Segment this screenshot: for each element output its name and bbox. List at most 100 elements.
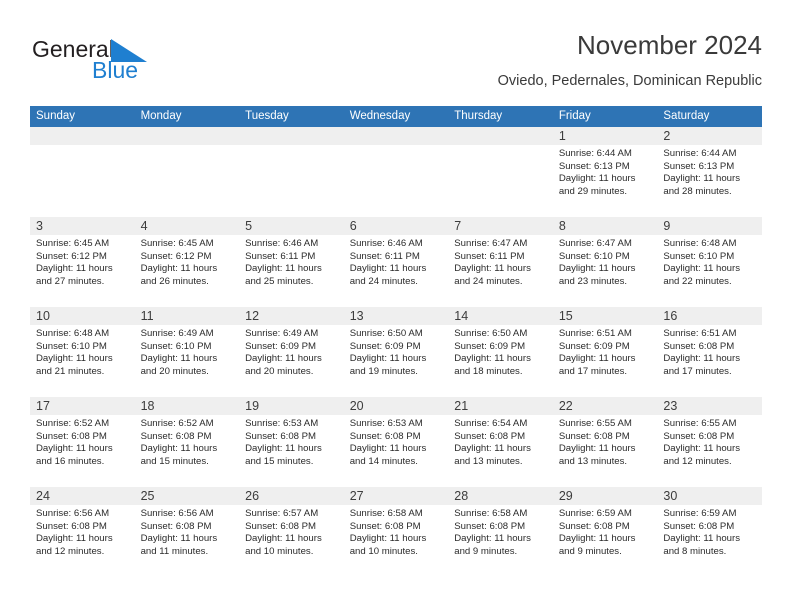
calendar-day-cell[interactable]: 6 Sunrise: 6:46 AM Sunset: 6:11 PM Daylig… [343,217,449,307]
day-number: 16 [663,309,678,323]
calendar-day-cell[interactable]: 7 Sunrise: 6:47 AM Sunset: 6:11 PM Daylig… [448,217,553,307]
day-number-band: 20 [343,397,449,415]
day-number-band: 29 [552,487,658,505]
calendar-week-row: 24 Sunrise: 6:56 AM Sunset: 6:08 PM Dayli… [30,487,762,577]
page-header: General Blue November 2024 Oviedo, Peder… [30,28,762,100]
day-sun-details [135,145,240,148]
day-sun-details: Sunrise: 6:45 AM Sunset: 6:12 PM Dayligh… [140,238,218,287]
calendar-day-cell[interactable]: 22 Sunrise: 6:55 AM Sunset: 6:08 PM Dayli… [552,397,658,487]
calendar-day-cell[interactable]: 8 Sunrise: 6:47 AM Sunset: 6:10 PM Daylig… [552,217,658,307]
calendar-day-cell[interactable]: 10 Sunrise: 6:48 AM Sunset: 6:10 PM Dayli… [30,307,135,397]
calendar-day-cell[interactable]: 11 Sunrise: 6:49 AM Sunset: 6:10 PM Dayli… [134,307,240,397]
day-sun-details: Sunrise: 6:51 AM Sunset: 6:09 PM Dayligh… [558,328,636,377]
day-number-band [134,127,240,145]
calendar-weeks: 1 Sunrise: 6:44 AM Sunset: 6:13 PM Daylig… [30,127,762,577]
day-sun-details: Sunrise: 6:52 AM Sunset: 6:08 PM Dayligh… [140,418,218,467]
calendar-page: General Blue November 2024 Oviedo, Peder… [0,0,792,612]
day-number: 9 [663,219,671,233]
day-sun-details: Sunrise: 6:53 AM Sunset: 6:08 PM Dayligh… [349,418,427,467]
calendar-day-cell-empty [343,127,449,217]
calendar-day-cell[interactable]: 14 Sunrise: 6:50 AM Sunset: 6:09 PM Dayli… [448,307,553,397]
day-number: 7 [454,219,462,233]
calendar-day-cell[interactable]: 17 Sunrise: 6:52 AM Sunset: 6:08 PM Dayli… [30,397,135,487]
day-sun-details: Sunrise: 6:55 AM Sunset: 6:08 PM Dayligh… [663,418,740,467]
calendar-day-cell[interactable]: 23 Sunrise: 6:55 AM Sunset: 6:08 PM Dayli… [657,397,762,487]
day-number: 13 [349,309,364,323]
day-number: 23 [663,399,678,413]
day-number-band [30,127,135,145]
day-number-band: 8 [552,217,658,235]
calendar-day-cell[interactable]: 24 Sunrise: 6:56 AM Sunset: 6:08 PM Dayli… [30,487,135,577]
day-number-band: 16 [657,307,762,325]
day-number-band: 30 [657,487,762,505]
day-number: 20 [349,399,364,413]
day-number: 3 [36,219,43,233]
calendar-day-cell-empty [134,127,240,217]
day-number: 19 [245,399,260,413]
calendar-day-cell[interactable]: 4 Sunrise: 6:45 AM Sunset: 6:12 PM Daylig… [134,217,240,307]
day-sun-details: Sunrise: 6:44 AM Sunset: 6:13 PM Dayligh… [558,148,636,197]
calendar-day-cell[interactable]: 3 Sunrise: 6:45 AM Sunset: 6:12 PM Daylig… [30,217,135,307]
day-sun-details: Sunrise: 6:56 AM Sunset: 6:08 PM Dayligh… [140,508,218,557]
weekday-header-sunday: Sunday [36,110,76,122]
calendar-day-cell[interactable]: 9 Sunrise: 6:48 AM Sunset: 6:10 PM Daylig… [657,217,762,307]
calendar-day-cell[interactable]: 30 Sunrise: 6:59 AM Sunset: 6:08 PM Dayli… [657,487,762,577]
calendar-day-cell[interactable]: 18 Sunrise: 6:52 AM Sunset: 6:08 PM Dayli… [134,397,240,487]
calendar-day-cell[interactable]: 16 Sunrise: 6:51 AM Sunset: 6:08 PM Dayli… [657,307,762,397]
calendar-day-cell[interactable]: 21 Sunrise: 6:54 AM Sunset: 6:08 PM Dayli… [448,397,553,487]
day-number-band: 28 [448,487,553,505]
weekday-header-wednesday: Wednesday [349,110,411,122]
day-sun-details: Sunrise: 6:46 AM Sunset: 6:11 PM Dayligh… [245,238,322,287]
calendar-day-cell-empty [448,127,553,217]
day-sun-details: Sunrise: 6:57 AM Sunset: 6:08 PM Dayligh… [245,508,322,557]
calendar-day-cell[interactable]: 13 Sunrise: 6:50 AM Sunset: 6:09 PM Dayli… [343,307,449,397]
day-number: 10 [36,309,50,323]
calendar-day-cell[interactable]: 28 Sunrise: 6:58 AM Sunset: 6:08 PM Dayli… [448,487,553,577]
calendar-day-cell[interactable]: 25 Sunrise: 6:56 AM Sunset: 6:08 PM Dayli… [134,487,240,577]
calendar-day-cell[interactable]: 5 Sunrise: 6:46 AM Sunset: 6:11 PM Daylig… [239,217,344,307]
day-sun-details: Sunrise: 6:58 AM Sunset: 6:08 PM Dayligh… [349,508,427,557]
calendar-day-cell-empty [30,127,135,217]
calendar-day-cell[interactable]: 2 Sunrise: 6:44 AM Sunset: 6:13 PM Daylig… [657,127,762,217]
day-sun-details: Sunrise: 6:54 AM Sunset: 6:08 PM Dayligh… [454,418,531,467]
calendar-day-cell[interactable]: 29 Sunrise: 6:59 AM Sunset: 6:08 PM Dayli… [552,487,658,577]
day-sun-details [448,145,553,148]
day-sun-details: Sunrise: 6:53 AM Sunset: 6:08 PM Dayligh… [245,418,322,467]
day-number-band: 21 [448,397,553,415]
day-sun-details: Sunrise: 6:50 AM Sunset: 6:09 PM Dayligh… [454,328,531,377]
day-sun-details: Sunrise: 6:59 AM Sunset: 6:08 PM Dayligh… [558,508,636,557]
calendar-day-cell[interactable]: 12 Sunrise: 6:49 AM Sunset: 6:09 PM Dayli… [239,307,344,397]
day-number-band: 18 [134,397,240,415]
day-sun-details: Sunrise: 6:58 AM Sunset: 6:08 PM Dayligh… [454,508,531,557]
day-sun-details: Sunrise: 6:55 AM Sunset: 6:08 PM Dayligh… [558,418,636,467]
day-number-band: 15 [552,307,658,325]
day-number-band: 13 [343,307,449,325]
day-number-band: 12 [239,307,344,325]
day-number: 1 [558,129,566,143]
day-number: 18 [140,399,155,413]
day-number-band: 19 [239,397,344,415]
day-sun-details [239,145,344,148]
day-sun-details: Sunrise: 6:45 AM Sunset: 6:12 PM Dayligh… [36,238,113,287]
calendar-day-cell[interactable]: 20 Sunrise: 6:53 AM Sunset: 6:08 PM Dayli… [343,397,449,487]
day-number: 29 [558,489,573,503]
day-sun-details [30,145,135,148]
day-number-band: 3 [30,217,135,235]
calendar-day-cell[interactable]: 26 Sunrise: 6:57 AM Sunset: 6:08 PM Dayli… [239,487,344,577]
calendar-day-cell[interactable]: 19 Sunrise: 6:53 AM Sunset: 6:08 PM Dayli… [239,397,344,487]
logo-text-blue: Blue [92,57,139,83]
page-subtitle: Oviedo, Pedernales, Dominican Republic [497,73,762,89]
calendar-day-cell[interactable]: 27 Sunrise: 6:58 AM Sunset: 6:08 PM Dayli… [343,487,449,577]
weekday-header-row: Sunday Monday Tuesday Wednesday Thursday Frid… [30,106,762,127]
calendar-day-cell[interactable]: 1 Sunrise: 6:44 AM Sunset: 6:13 PM Daylig… [552,127,658,217]
day-number-band [239,127,344,145]
day-number: 6 [349,219,357,233]
day-sun-details: Sunrise: 6:51 AM Sunset: 6:08 PM Dayligh… [663,328,740,377]
day-number: 22 [558,399,573,413]
day-number: 26 [245,489,260,503]
day-number-band: 23 [657,397,762,415]
general-blue-logo[interactable]: General Blue [32,36,222,92]
day-number: 2 [663,129,671,143]
day-sun-details: Sunrise: 6:49 AM Sunset: 6:10 PM Dayligh… [140,328,218,377]
calendar-day-cell[interactable]: 15 Sunrise: 6:51 AM Sunset: 6:09 PM Dayli… [552,307,658,397]
